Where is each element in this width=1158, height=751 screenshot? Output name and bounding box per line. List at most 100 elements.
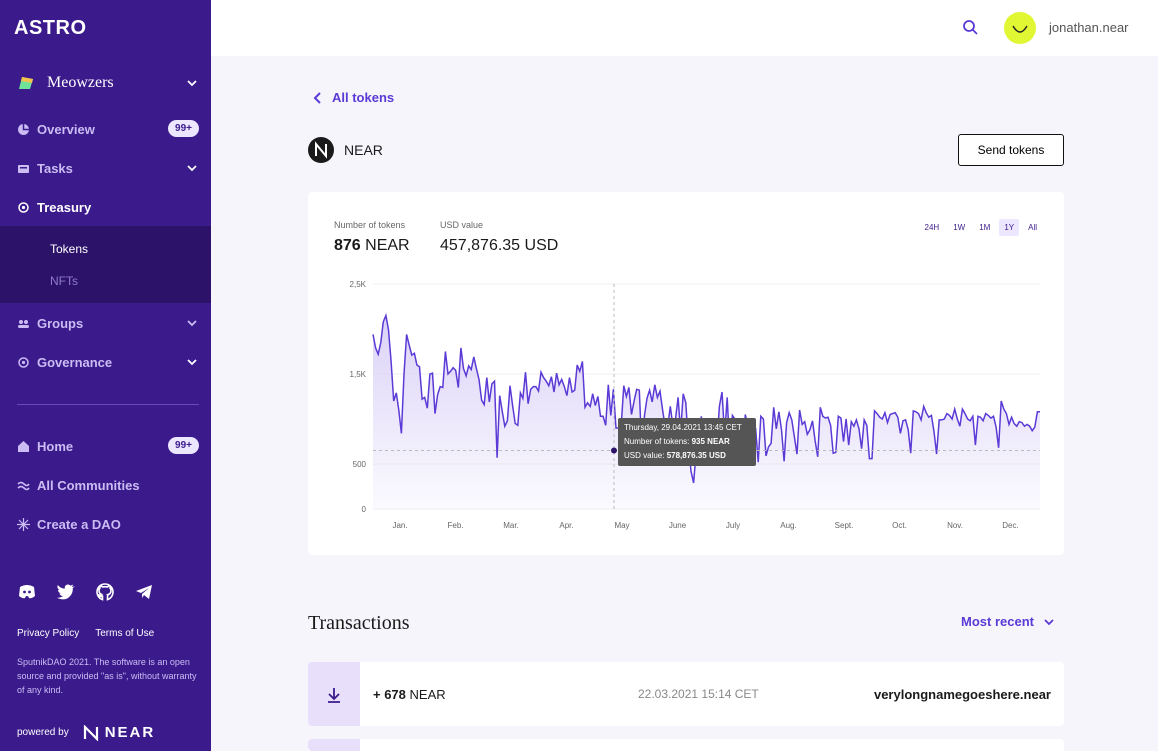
dao-name: Meowzers	[47, 74, 114, 91]
back-to-all-tokens-link[interactable]: All tokens	[312, 90, 394, 105]
send-tokens-button[interactable]: Send tokens	[958, 134, 1064, 166]
tooltip-text: Number of tokens:	[624, 437, 689, 446]
sidebar-item-overview[interactable]: Overview 99+	[17, 119, 199, 139]
discord-icon[interactable]	[17, 582, 37, 602]
chevron-down-icon[interactable]	[185, 161, 199, 175]
x-tick-label: Dec.	[1002, 521, 1018, 530]
transaction-date: 22.03.2021 15:14 CET	[638, 687, 759, 701]
sidebar-item-label: Tasks	[37, 160, 73, 176]
y-tick-label: 1,5K	[350, 370, 367, 379]
sidebar-item-groups[interactable]: Groups	[17, 313, 199, 333]
tasks-icon	[18, 164, 29, 173]
home-icon	[18, 440, 29, 452]
sidebar: ASTRO Meowzers Overview 99+ Tasks Treasu…	[0, 0, 211, 751]
sidebar-item-treasury[interactable]: Treasury	[17, 197, 199, 217]
token-name: NEAR	[344, 142, 383, 158]
github-icon[interactable]	[95, 582, 115, 602]
footer-links: Privacy Policy Terms of Use	[17, 628, 154, 639]
transaction-icon-bg	[308, 739, 360, 751]
y-tick-label: 500	[353, 460, 367, 469]
sidebar-item-home[interactable]: Home 99+	[17, 436, 199, 456]
deposit-icon	[308, 662, 360, 726]
top-bar: jonathan.near	[211, 0, 1158, 56]
notification-badge: 99+	[168, 437, 199, 454]
data-point-marker	[611, 447, 617, 454]
terms-of-use-link[interactable]: Terms of Use	[95, 628, 154, 639]
x-tick-label: Jan.	[392, 521, 407, 530]
x-tick-label: Feb.	[447, 521, 463, 530]
series-area	[373, 315, 1040, 509]
sidebar-item-label: All Communities	[37, 477, 140, 493]
transaction-amount: + 678 NEAR	[373, 687, 446, 702]
sidebar-divider	[17, 404, 199, 405]
social-links	[17, 582, 154, 602]
governance-icon	[18, 356, 29, 368]
x-tick-label: Aug.	[780, 521, 796, 530]
tooltip-line: Number of tokens: 935 NEAR	[624, 437, 730, 446]
chevron-left-icon	[313, 91, 321, 104]
username[interactable]: jonathan.near	[1049, 20, 1129, 35]
smile-icon	[1012, 25, 1028, 33]
sidebar-item-all-communities[interactable]: All Communities	[17, 475, 199, 495]
users-icon	[18, 319, 29, 328]
token-chart-card: Number of tokens 876 NEAR USD value 457,…	[308, 192, 1064, 555]
powered-by: powered by NEAR	[17, 724, 155, 741]
tooltip-text: 935 NEAR	[689, 437, 730, 446]
transaction-row[interactable]	[308, 739, 1064, 751]
pie-chart-icon	[18, 123, 29, 135]
powered-by-label: powered by	[17, 727, 69, 738]
astro-logo[interactable]: ASTRO	[14, 17, 87, 40]
sidebar-item-label: Groups	[37, 315, 84, 331]
telegram-icon[interactable]	[134, 582, 154, 602]
x-tick-label: Oct.	[892, 521, 907, 530]
transactions-title: Transactions	[308, 612, 410, 634]
tooltip-text: 578,876.35 USD	[664, 451, 726, 460]
tooltip-line: USD value: 578,876.35 USD	[624, 451, 726, 460]
dao-selector[interactable]: Meowzers	[17, 72, 199, 94]
tooltip-text: USD value:	[624, 451, 664, 460]
sparkle-icon	[17, 517, 30, 531]
transaction-account[interactable]: verylongnamegoeshere.near	[874, 687, 1051, 702]
x-tick-label: Apr.	[559, 521, 573, 530]
tooltip-line: Thursday, 29.04.2021 13:45 CET	[624, 423, 742, 432]
transaction-row[interactable]: + 678 NEAR 22.03.2021 15:14 CET verylong…	[308, 662, 1064, 726]
sidebar-item-label: Create a DAO	[37, 516, 121, 532]
near-logo[interactable]: NEAR	[83, 724, 156, 741]
x-tick-label: June	[669, 521, 687, 530]
y-tick-label: 0	[362, 505, 367, 514]
near-mark-icon	[83, 724, 98, 741]
legal-text: SputnikDAO 2021. The software is an open…	[17, 657, 197, 695]
twitter-icon[interactable]	[56, 582, 76, 602]
sidebar-item-create-dao[interactable]: Create a DAO	[17, 514, 199, 534]
chevron-down-icon	[1044, 618, 1054, 625]
chevron-down-icon[interactable]	[185, 316, 199, 330]
chevron-down-icon[interactable]	[185, 355, 199, 369]
sidebar-item-tasks[interactable]: Tasks	[17, 158, 199, 178]
dao-flag-icon	[19, 77, 33, 89]
search-icon[interactable]	[962, 19, 978, 35]
subnav-item-tokens[interactable]: Tokens	[50, 242, 88, 256]
chevron-down-icon[interactable]	[185, 76, 199, 90]
sidebar-item-governance[interactable]: Governance	[17, 352, 199, 372]
transaction-amount-value: + 678	[373, 687, 406, 702]
communities-icon	[17, 481, 30, 490]
gear-icon	[18, 201, 29, 213]
back-label: All tokens	[332, 90, 395, 105]
subnav-item-nfts[interactable]: NFTs	[50, 274, 78, 288]
sidebar-item-label: Governance	[37, 354, 113, 370]
sort-dropdown[interactable]: Most recent	[961, 614, 1056, 629]
transaction-amount-unit: NEAR	[409, 687, 446, 702]
x-tick-label: Nov.	[947, 521, 963, 530]
token-balance-chart: 0 500 1,5K 2,5K Jan. Feb. Mar. Apr. May June July A…	[350, 280, 1040, 530]
sidebar-item-label: Overview	[37, 121, 95, 137]
tooltip-text: Thursday, 29.04.2021 13:45 CET	[624, 423, 742, 432]
notification-badge: 99+	[168, 120, 199, 137]
sidebar-item-label: Home	[37, 438, 74, 454]
privacy-policy-link[interactable]: Privacy Policy	[17, 628, 79, 639]
y-tick-label: 2,5K	[350, 280, 367, 289]
avatar[interactable]	[1004, 12, 1036, 44]
x-tick-label: July	[726, 521, 740, 530]
near-token-icon	[308, 137, 334, 163]
x-tick-label: Mar.	[503, 521, 519, 530]
x-tick-label: May	[614, 521, 629, 530]
